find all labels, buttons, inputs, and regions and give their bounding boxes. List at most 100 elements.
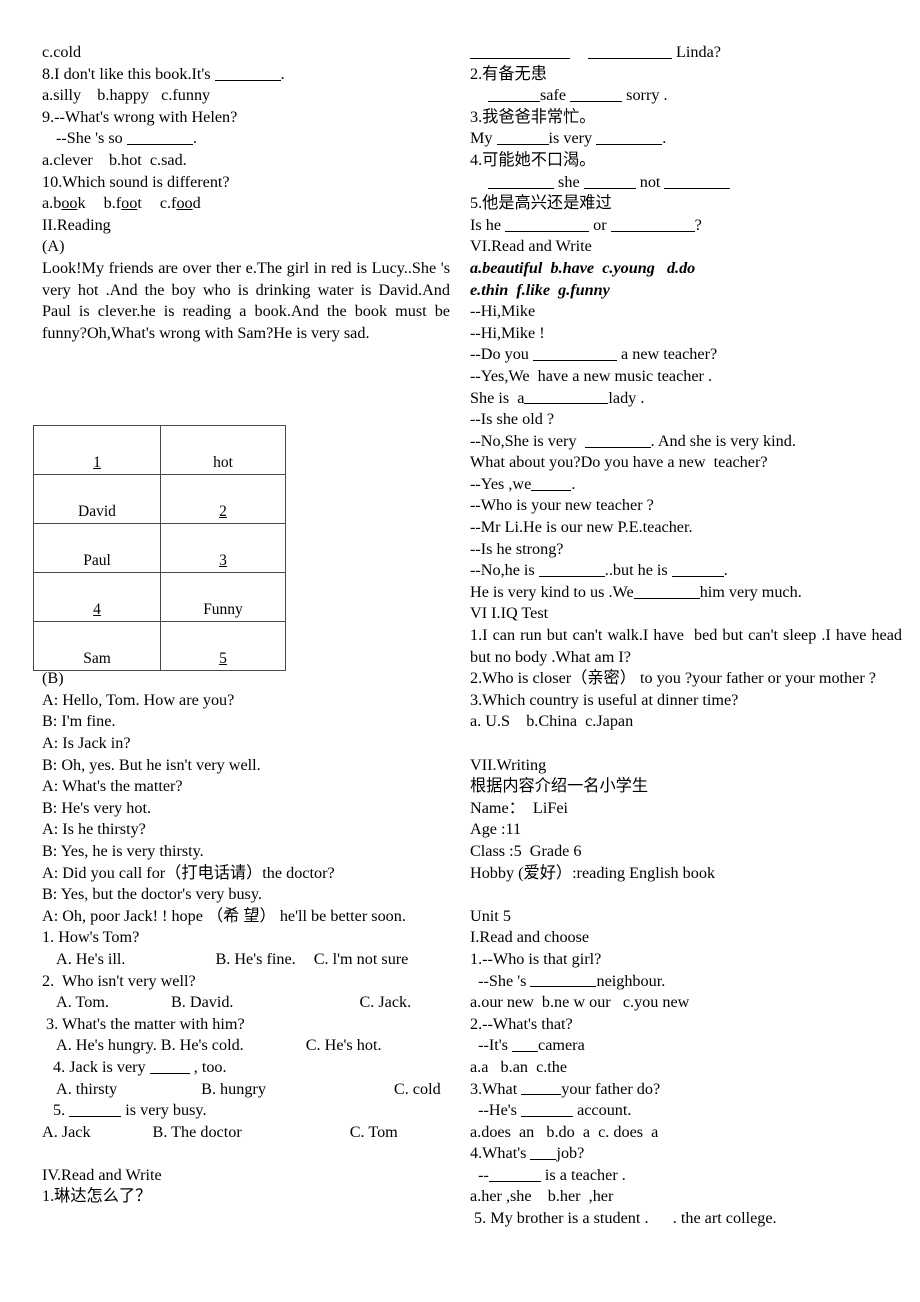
dialog-question-1-options[interactable]: A. He's ill. B. He's fine. C. l'm not sure	[42, 949, 450, 971]
answer-blank[interactable]	[126, 129, 193, 146]
option-a[interactable]: a.book	[42, 194, 86, 212]
option-c[interactable]: c.food	[160, 194, 201, 212]
option-a[interactable]: A. He's hungry.	[56, 1036, 157, 1054]
answer-blank[interactable]	[149, 1058, 190, 1074]
translation-3-mid: is very	[548, 129, 597, 148]
line-pre: --It's	[470, 1036, 513, 1055]
line-post: .	[571, 474, 576, 493]
table-cell-name[interactable]: 4	[33, 572, 161, 622]
option-a[interactable]: A. Tom.	[56, 993, 109, 1011]
question-9-post: .	[192, 129, 197, 148]
answer-blank[interactable]	[496, 129, 549, 146]
dialog-question-2-stem: 2. Who isn't very well?	[42, 971, 196, 990]
translation-5-pre: Is he	[470, 215, 506, 234]
option-c[interactable]: C. cold	[394, 1080, 441, 1098]
dialog-question-3-stem: 3. What's the matter with him?	[42, 1014, 245, 1033]
option-b[interactable]: B. He's fine.	[215, 950, 295, 968]
option-c[interactable]: C. Tom	[350, 1123, 398, 1141]
table-blank-number: 4	[93, 600, 101, 618]
unit5-question-3-options[interactable]: a.does an b.do a c. does a	[470, 1122, 902, 1144]
line-post: lady .	[608, 388, 645, 407]
translation-3-post: .	[662, 129, 667, 148]
table-cell-trait: Funny	[160, 572, 286, 622]
dialogue-line: A: Is he thirsty?	[42, 820, 146, 839]
iq-question-3-options[interactable]: a. U.S b.China c.Japan	[470, 711, 902, 733]
line-pre: 4.What's	[470, 1144, 531, 1163]
answer-blank[interactable]	[488, 173, 554, 189]
question-8-options[interactable]: a.silly b.happy c.funny	[42, 85, 450, 107]
option-b[interactable]: B. hungry	[201, 1080, 266, 1098]
answer-blank[interactable]	[532, 345, 617, 362]
answer-blank[interactable]	[664, 173, 731, 189]
answer-blank[interactable]	[488, 1166, 541, 1182]
dialog-question-2-options[interactable]: A. Tom. B. David. C. Jack.	[42, 992, 450, 1014]
answer-blank[interactable]	[570, 86, 623, 103]
option-c[interactable]: C. He's hot.	[306, 1036, 382, 1054]
option-b[interactable]: B. The doctor	[153, 1123, 242, 1141]
answer-blank[interactable]	[69, 1101, 122, 1118]
dialog-question-5-options[interactable]: A. Jack B. The doctor C. Tom	[42, 1122, 450, 1144]
answer-blank[interactable]	[524, 389, 609, 405]
option-b[interactable]: B. He's cold.	[161, 1036, 244, 1054]
table-cell-trait[interactable]: 5	[160, 621, 286, 671]
option-c[interactable]: C. l'm not sure	[314, 950, 409, 968]
answer-blank[interactable]	[584, 432, 651, 448]
answer-blank[interactable]	[671, 561, 724, 578]
answer-blank[interactable]	[530, 972, 597, 988]
table-cell-name: Sam	[33, 621, 161, 671]
answer-blank[interactable]	[214, 65, 281, 81]
option-a[interactable]: A. thirsty	[56, 1080, 117, 1098]
answer-blank[interactable]	[530, 1144, 557, 1161]
dialogue-line: --Is he strong?	[470, 539, 564, 558]
translation-2-prompt: 2.有备无患	[470, 64, 547, 83]
answer-blank[interactable]	[610, 216, 695, 232]
answer-blank[interactable]	[521, 1080, 562, 1096]
unit5-question-1-options[interactable]: a.our new b.ne w our c.you new	[470, 992, 902, 1014]
dialogue-line: A: What's the matter?	[42, 777, 183, 796]
option-a[interactable]: A. He's ill.	[56, 950, 125, 968]
answer-blank[interactable]	[505, 216, 590, 232]
option-b[interactable]: B. David.	[171, 993, 234, 1011]
unit5-question-4-options[interactable]: a.her ,she b.her ,her	[470, 1186, 902, 1208]
option-a[interactable]: A. Jack	[42, 1123, 91, 1141]
answer-blank[interactable]	[588, 43, 672, 59]
dialogue-line: B: Oh, yes. But he isn't very well.	[42, 755, 261, 774]
table-cell-trait[interactable]: 2	[160, 474, 286, 524]
answer-blank[interactable]	[521, 1101, 574, 1118]
translation-3-prompt: 3.我爸爸非常忙。	[470, 107, 596, 126]
answer-blank[interactable]	[470, 43, 570, 59]
answer-blank[interactable]	[512, 1036, 539, 1053]
translation-5-answer: Is he or ?	[470, 215, 902, 237]
section-heading-writing: VII.Writing	[470, 755, 547, 774]
answer-blank[interactable]	[596, 129, 663, 146]
line-pre: --Yes ,we	[470, 474, 532, 493]
answer-blank[interactable]	[633, 583, 700, 599]
line-post: camera	[538, 1036, 585, 1055]
option-a-post: k	[77, 194, 86, 213]
table-cell-name: Paul	[33, 523, 161, 573]
table-cell-name[interactable]: 1	[33, 425, 161, 475]
dialog-question-4-options[interactable]: A. thirsty B. hungry C. cold	[42, 1079, 450, 1101]
answer-blank[interactable]	[538, 561, 605, 578]
answer-blank[interactable]	[583, 173, 636, 189]
table-row: Sam 5	[33, 621, 286, 671]
translation-2-answer: safe sorry .	[470, 85, 902, 107]
option-c[interactable]: C. Jack.	[359, 993, 411, 1011]
option-b[interactable]: b.foot	[104, 194, 142, 212]
table-cell-trait[interactable]: 3	[160, 523, 286, 573]
question-10-options[interactable]: a.book b.foot c.food	[42, 193, 450, 215]
dialog-question-3-options[interactable]: A. He's hungry. B. He's cold. C. He's hot.	[42, 1035, 450, 1057]
dialog-question-1-stem: 1. How's Tom?	[42, 928, 140, 947]
answer-blank[interactable]	[531, 475, 572, 491]
question-9-options[interactable]: a.clever b.hot c.sad.	[42, 150, 450, 172]
unit5-question-2-options[interactable]: a.a b.an c.the	[470, 1057, 902, 1079]
translation-2-post: sorry .	[626, 86, 668, 105]
writing-field-name: Name： LiFei	[470, 798, 569, 817]
writing-field-age: Age :11	[470, 820, 522, 839]
answer-blank[interactable]	[488, 86, 540, 103]
table-blank-number: 2	[219, 502, 227, 520]
table-value: Funny	[203, 600, 243, 618]
